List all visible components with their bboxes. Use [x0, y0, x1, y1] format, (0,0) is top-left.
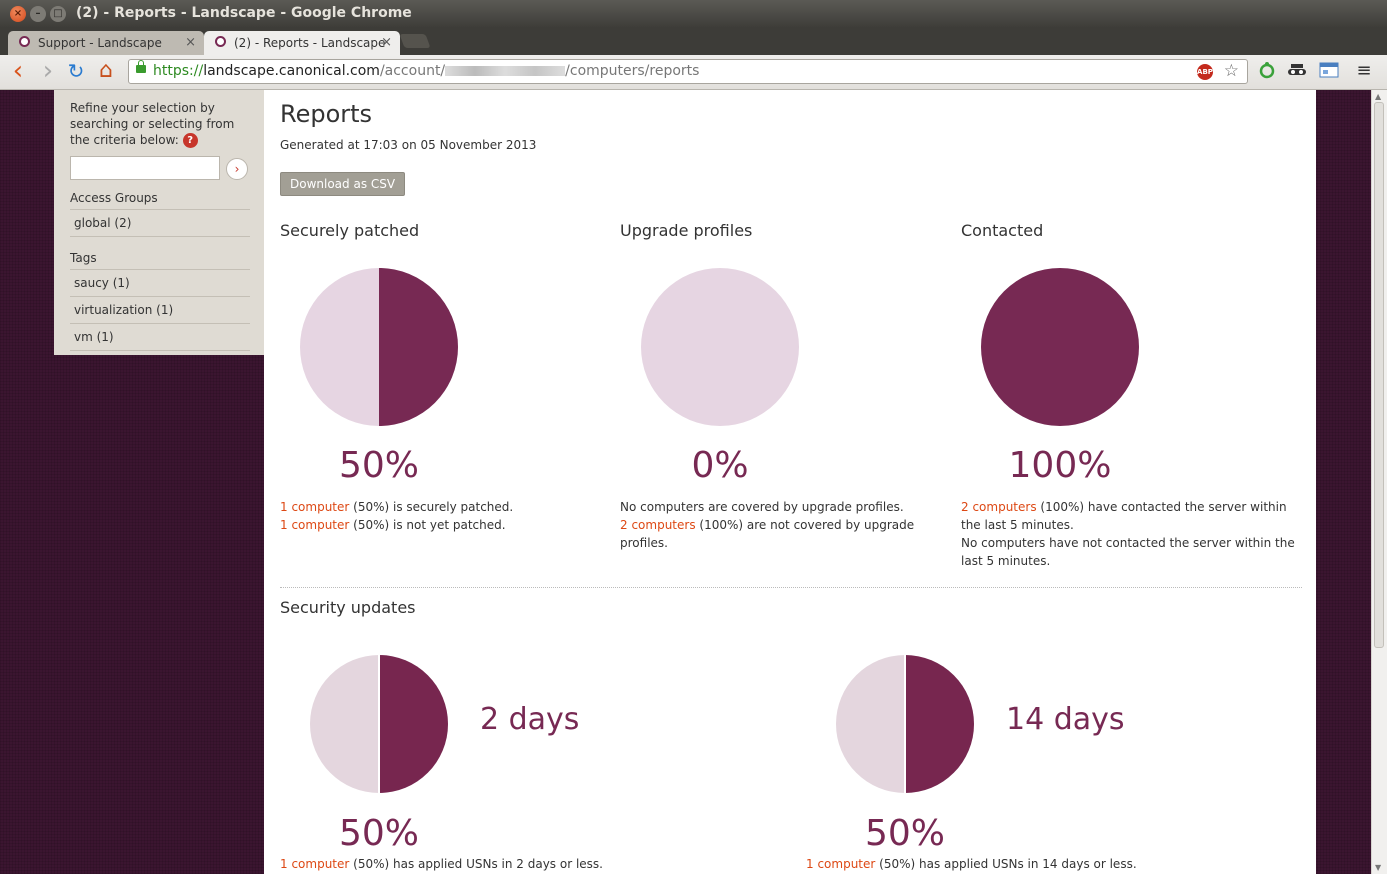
tab-close-icon[interactable]: ×	[185, 31, 196, 55]
url-host: landscape.canonical.com	[203, 63, 380, 79]
page-scrollbar[interactable]: ▲ ▼	[1371, 90, 1387, 874]
url-text: https://landscape.canonical.com/account/…	[153, 63, 699, 79]
upgrade-profiles-title: Upgrade profiles	[620, 221, 753, 240]
window-title: (2) - Reports - Landscape - Google Chrom…	[76, 5, 412, 21]
window-maximize-button[interactable]: □	[50, 6, 66, 22]
search-input[interactable]	[70, 156, 220, 180]
tab-label: Support - Landscape	[38, 36, 162, 50]
access-group-global[interactable]: global (2)	[70, 210, 250, 237]
security-updates-2-days-description: 1 computer (50%) has applied USNs in 2 d…	[280, 855, 700, 873]
pie-value-slice	[379, 655, 448, 793]
contacted-percent: 100%	[1008, 445, 1112, 486]
security-updates-title: Security updates	[280, 598, 416, 617]
tag-virtualization[interactable]: virtualization (1)	[70, 297, 250, 324]
securely-patched-description: 1 computer (50%) is securely patched. 1 …	[280, 498, 600, 534]
lock-icon	[136, 60, 146, 73]
upgrade-profiles-pie	[641, 268, 799, 426]
url-path-prefix: /account/	[379, 63, 446, 79]
security-updates-2-days-label: 2 days	[480, 702, 580, 737]
security-updates-2-days-percent: 50%	[338, 813, 419, 854]
download-csv-button[interactable]: Download as CSV	[280, 172, 406, 196]
extension-green-icon[interactable]	[1257, 61, 1277, 81]
not-contacted-text: No computers have not contacted the serv…	[961, 536, 1295, 568]
tab-close-icon[interactable]: ×	[381, 31, 392, 55]
contacted-title: Contacted	[961, 221, 1044, 240]
home-icon[interactable]: ⌂	[95, 60, 117, 82]
reports-content: Reports Generated at 17:03 on 05 Novembe…	[264, 90, 1316, 874]
forward-icon[interactable]: ›	[37, 58, 59, 84]
scroll-up-icon[interactable]: ▲	[1375, 92, 1381, 101]
tag-vm[interactable]: vm (1)	[70, 324, 250, 351]
security-updates-14-days-percent: 50%	[864, 813, 945, 854]
window-titlebar: × – □ (2) - Reports - Landscape - Google…	[0, 0, 1387, 28]
usn-14-days-text: (50%) has applied USNs in 14 days or les…	[875, 857, 1137, 871]
refine-instructions: Refine your selection by searching or se…	[70, 100, 250, 148]
upgrade-profiles-percent: 0%	[691, 445, 749, 486]
contacted-description: 2 computers (100%) have contacted the se…	[961, 498, 1296, 570]
securely-patched-title: Securely patched	[280, 221, 420, 240]
redacted-account	[445, 66, 566, 76]
security-updates-2-days-pie	[310, 655, 448, 793]
tab-strip: Support - Landscape × (2) - Reports - La…	[0, 28, 1387, 55]
url-scheme: https://	[153, 63, 204, 79]
adblock-icon[interactable]: ABP	[1197, 64, 1213, 80]
covered-text: No computers are covered by upgrade prof…	[620, 500, 904, 514]
pie-value-slice	[379, 268, 458, 426]
new-tab-button[interactable]	[399, 34, 431, 48]
contacted-computers-link[interactable]: 2 computers	[961, 500, 1037, 514]
window-minimize-button[interactable]: –	[30, 6, 46, 22]
page-viewport: Refine your selection by searching or se…	[0, 90, 1371, 874]
access-groups-heading: Access Groups	[70, 191, 250, 210]
pie-remaining-slice	[981, 268, 1139, 426]
refine-text: Refine your selection by searching or se…	[70, 101, 235, 147]
security-updates-14-days-pie	[836, 655, 974, 793]
upgrade-profiles-description: No computers are covered by upgrade prof…	[620, 498, 950, 552]
tag-saucy[interactable]: saucy (1)	[70, 270, 250, 297]
section-divider	[280, 587, 1302, 588]
bookmark-star-icon[interactable]: ☆	[1224, 61, 1239, 81]
generated-timestamp: Generated at 17:03 on 05 November 2013	[280, 138, 537, 152]
incognito-mask-icon[interactable]	[1287, 61, 1307, 81]
unpatched-computers-link[interactable]: 1 computer	[280, 518, 349, 532]
scroll-down-icon[interactable]: ▼	[1375, 863, 1381, 872]
window-extension-icon[interactable]	[1319, 61, 1339, 81]
search-row: ›	[70, 156, 250, 182]
ubuntu-favicon-icon	[19, 36, 30, 47]
securely-patched-percent: 50%	[338, 445, 419, 486]
not-covered-computers-link[interactable]: 2 computers	[620, 518, 696, 532]
back-icon[interactable]: ‹	[7, 58, 29, 84]
scrollbar-thumb[interactable]	[1374, 102, 1384, 648]
url-path-suffix: /computers/reports	[565, 63, 700, 79]
search-submit-button[interactable]: ›	[226, 158, 248, 180]
window-close-button[interactable]: ×	[10, 6, 26, 22]
pie-value-slice	[905, 655, 974, 793]
security-updates-14-days-label: 14 days	[1006, 702, 1125, 737]
address-bar[interactable]: https://landscape.canonical.com/account/…	[128, 59, 1248, 84]
usn-2-days-text: (50%) has applied USNs in 2 days or less…	[349, 857, 603, 871]
security-updates-14-days-description: 1 computer (50%) has applied USNs in 14 …	[806, 855, 1226, 873]
help-icon[interactable]: ?	[182, 133, 198, 148]
patched-computers-link[interactable]: 1 computer	[280, 500, 349, 514]
tags-heading: Tags	[70, 251, 250, 270]
usn-14-days-computers-link[interactable]: 1 computer	[806, 857, 875, 871]
usn-2-days-computers-link[interactable]: 1 computer	[280, 857, 349, 871]
tab-reports-landscape[interactable]: (2) - Reports - Landscape ×	[204, 31, 400, 55]
contacted-pie	[981, 268, 1139, 426]
securely-patched-pie	[300, 268, 458, 426]
ubuntu-favicon-icon	[215, 36, 226, 47]
tab-support-landscape[interactable]: Support - Landscape ×	[8, 31, 204, 55]
page-title: Reports	[280, 100, 373, 128]
patched-text: (50%) is securely patched.	[349, 500, 514, 514]
chrome-menu-icon[interactable]: ≡	[1354, 61, 1374, 81]
unpatched-text: (50%) is not yet patched.	[349, 518, 506, 532]
reload-icon[interactable]: ↻	[65, 60, 87, 82]
tab-label: (2) - Reports - Landscape	[234, 36, 386, 50]
refine-sidebar: Refine your selection by searching or se…	[54, 90, 264, 355]
browser-toolbar: ‹ › ↻ ⌂ https://landscape.canonical.com/…	[0, 55, 1387, 90]
pie-remaining-slice	[641, 268, 799, 426]
